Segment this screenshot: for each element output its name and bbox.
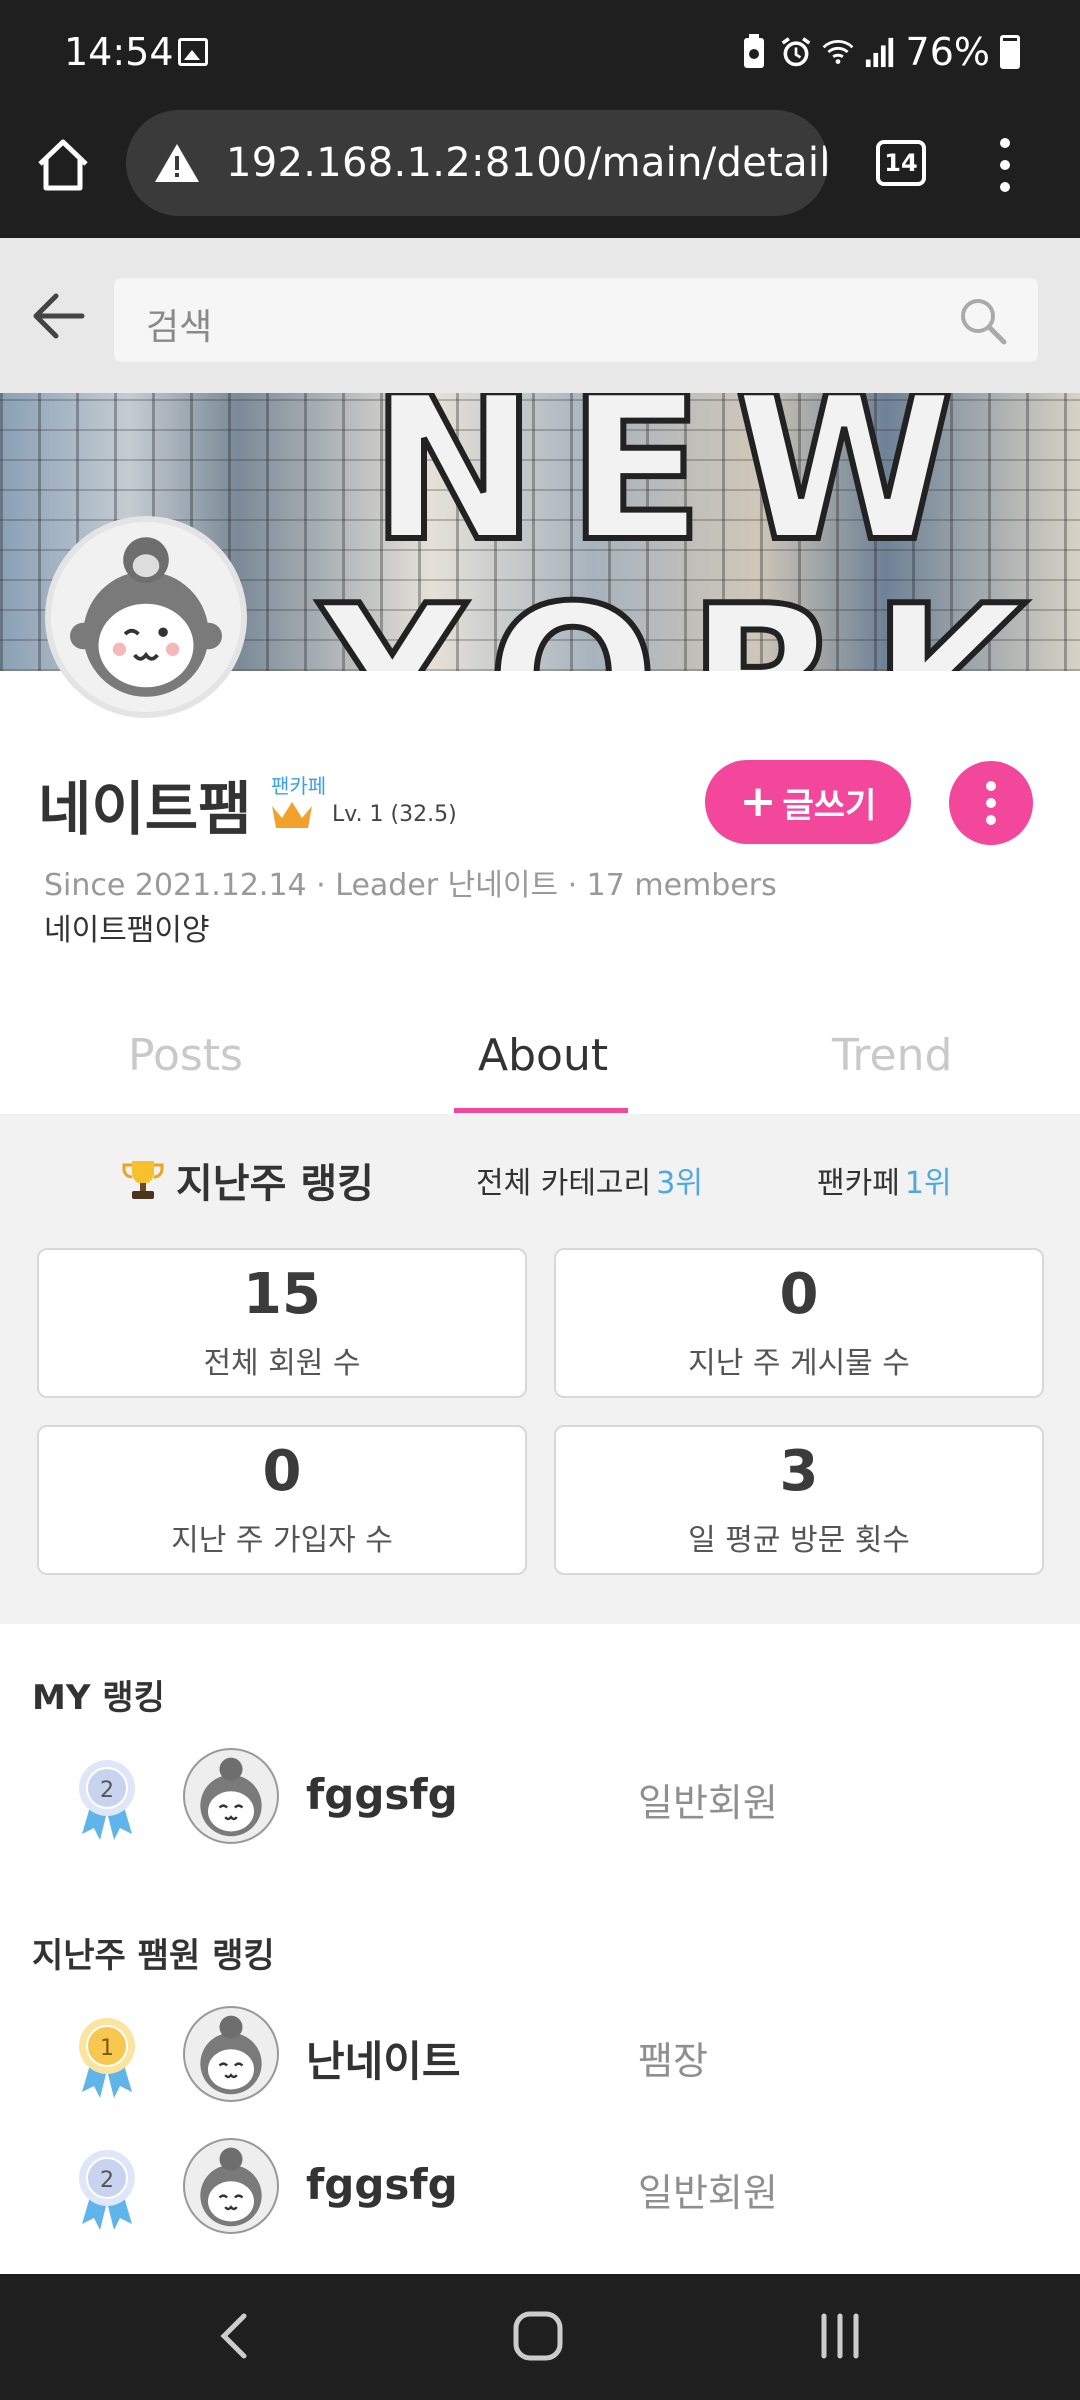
member-avatar: [183, 2006, 279, 2102]
battery-saver-icon: [743, 34, 764, 68]
home-icon[interactable]: [30, 132, 96, 198]
stat-value: 0: [779, 1262, 819, 1327]
member-avatar: [183, 2138, 279, 2234]
medal-rank-number: 2: [100, 1778, 114, 1803]
status-icons: 76%: [738, 30, 1020, 74]
weekly-ranking-title: 지난주 랭킹: [176, 1161, 374, 1207]
fancafe-rank-label: 팬카페: [817, 1166, 900, 1201]
monkey-avatar-icon: [200, 2015, 262, 2095]
signal-icon: [865, 37, 893, 68]
about-stats-section: 지난주 랭킹 전체 카테고리 3위 팬카페 1위 15 전체 회원 수 0 지난…: [0, 1114, 1080, 1624]
member-name: 난네이트: [306, 2037, 461, 2086]
write-post-label: 글쓰기: [782, 785, 877, 826]
trophy-icon: [122, 1161, 164, 1199]
battery-percent: 76%: [905, 30, 990, 74]
member-ranking-title: 지난주 팸원 랭킹: [32, 1936, 275, 1976]
search-input[interactable]: 검색: [114, 278, 1038, 362]
crown-icon: [272, 802, 312, 828]
tab-about[interactable]: About: [478, 1030, 608, 1081]
back-arrow-icon[interactable]: [30, 288, 86, 344]
member-name: fggsfg: [306, 2160, 458, 2209]
alarm-icon: [781, 37, 810, 67]
cafe-name: 네이트팸: [38, 775, 252, 843]
image-icon: [178, 38, 208, 66]
cafe-type-badge: 팬카페: [271, 774, 327, 798]
address-bar[interactable]: 192.168.1.2:8100/main/detail/: [126, 110, 828, 216]
stat-card-weekly-posts: 0 지난 주 게시물 수: [554, 1248, 1044, 1398]
fancafe-rank-value: 1위: [904, 1166, 952, 1201]
monkey-avatar-icon: [200, 2147, 262, 2227]
member-avatar: [183, 1748, 279, 1844]
search-icon[interactable]: [958, 296, 1008, 346]
stat-label: 일 평균 방문 횟수: [688, 1523, 910, 1558]
member-role: 팸장: [638, 2039, 708, 2083]
battery-icon: [1000, 35, 1020, 69]
cafe-meta: Since 2021.12.14 · Leader 난네이트 · 17 memb…: [44, 868, 777, 903]
my-ranking-title: MY 랭킹: [32, 1678, 165, 1718]
silver-medal-icon: 2: [79, 2150, 135, 2230]
browser-menu-icon[interactable]: [990, 132, 1020, 198]
category-rank-label: 전체 카테고리: [476, 1166, 652, 1201]
search-placeholder: 검색: [146, 307, 213, 348]
url-text[interactable]: 192.168.1.2:8100/main/detail/: [226, 140, 828, 186]
member-role: 일반회원: [638, 2171, 778, 2215]
more-options-button[interactable]: [949, 761, 1033, 845]
silver-medal-icon: 2: [79, 1760, 135, 1840]
stat-card-total-members: 15 전체 회원 수: [37, 1248, 527, 1398]
cafe-description: 네이트팸이양: [44, 913, 210, 948]
tab-trend[interactable]: Trend: [832, 1030, 952, 1081]
member-name: fggsfg: [306, 1770, 458, 1819]
stat-label: 지난 주 가입자 수: [171, 1523, 393, 1558]
warning-icon[interactable]: [154, 142, 200, 184]
category-rank-value: 3위: [656, 1166, 703, 1201]
nav-back-icon[interactable]: [206, 2306, 266, 2366]
gold-medal-icon: 1: [79, 2018, 135, 2098]
write-post-button[interactable]: + 글쓰기: [705, 760, 911, 844]
status-bar: 14:54 76%: [0, 0, 1080, 110]
stat-card-weekly-joins: 0 지난 주 가입자 수: [37, 1425, 527, 1575]
search-header: 검색: [0, 238, 1080, 393]
tab-switcher-button[interactable]: 14: [876, 140, 926, 186]
stat-label: 지난 주 게시물 수: [688, 1346, 910, 1381]
stat-value: 0: [262, 1439, 302, 1504]
cafe-avatar: [45, 516, 247, 718]
active-tab-indicator: [454, 1108, 628, 1113]
stat-label: 전체 회원 수: [203, 1346, 361, 1381]
browser-toolbar: 192.168.1.2:8100/main/detail/ 14: [0, 110, 1080, 238]
banner-art-top: NEW: [367, 393, 985, 589]
stat-value: 3: [779, 1439, 819, 1504]
system-navigation-bar: [0, 2274, 1080, 2400]
member-ranking-row[interactable]: 2 fggsfg 일반회원: [0, 2136, 1080, 2236]
medal-rank-number: 2: [100, 2168, 114, 2193]
monkey-avatar-icon: [200, 1757, 262, 1837]
category-rank: 전체 카테고리 3위: [476, 1150, 703, 1210]
fancafe-rank: 팬카페 1위: [817, 1150, 952, 1210]
level-text: Lv. 1 (32.5): [332, 802, 457, 827]
stat-value: 15: [243, 1262, 321, 1327]
weekly-ranking-heading: 지난주 랭킹: [120, 1150, 374, 1210]
profile-tabs: Posts About Trend: [0, 1010, 1080, 1114]
tab-posts[interactable]: Posts: [128, 1030, 243, 1081]
nav-home-icon[interactable]: [508, 2306, 568, 2366]
stat-card-daily-visits: 3 일 평균 방문 횟수: [554, 1425, 1044, 1575]
banner-art-bottom: YORK: [317, 560, 1057, 671]
my-ranking-row[interactable]: 2 fggsfg 일반회원: [0, 1746, 1080, 1846]
wifi-icon: [822, 40, 853, 64]
medal-rank-number: 1: [100, 2036, 114, 2061]
member-ranking-row[interactable]: 1 난네이트 팸장: [0, 2004, 1080, 2104]
status-time: 14:54: [64, 30, 174, 74]
plus-icon: +: [739, 776, 777, 827]
nav-recents-icon[interactable]: [810, 2306, 870, 2366]
monkey-avatar-icon: [70, 537, 222, 697]
member-role: 일반회원: [638, 1781, 778, 1825]
